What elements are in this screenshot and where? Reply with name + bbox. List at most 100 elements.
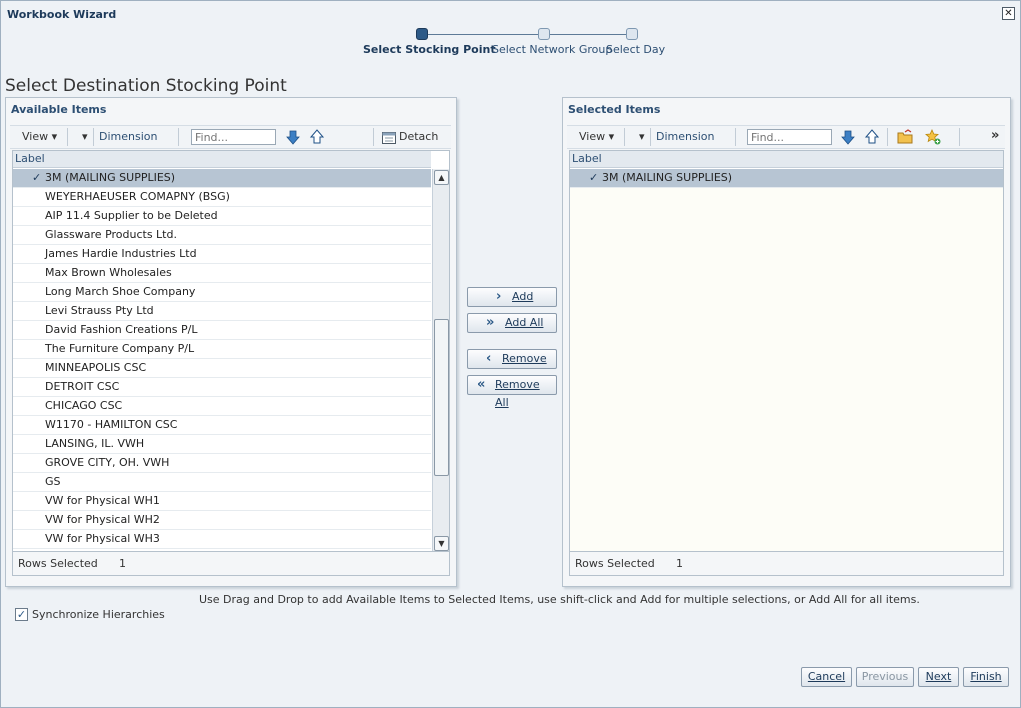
checkmark-icon: ✓ — [589, 171, 599, 184]
dimension-selector[interactable]: Dimension — [656, 130, 714, 143]
row-label: WEYERHAEUSER COMAPNY (BSG) — [45, 190, 230, 203]
table-row[interactable]: W1170 - HAMILTON CSC — [13, 416, 431, 435]
page-heading: Select Destination Stocking Point — [5, 76, 287, 96]
row-label: AIP 11.4 Supplier to be Deleted — [45, 209, 218, 222]
table-row[interactable]: ✓ 3M (MAILING SUPPLIES) — [570, 169, 1003, 188]
row-label: CHICAGO CSC — [45, 399, 123, 412]
dimension-dropdown-icon[interactable]: ▾ — [639, 130, 645, 143]
close-icon[interactable]: ✕ — [1002, 7, 1015, 20]
train-label-day[interactable]: Select Day — [606, 43, 665, 56]
drag-drop-hint: Use Drag and Drop to add Available Items… — [199, 593, 920, 606]
scroll-down-icon[interactable]: ▼ — [434, 536, 449, 551]
find-input[interactable] — [191, 129, 276, 145]
double-chevron-right-icon: » — [486, 315, 495, 330]
chevron-right-icon: › — [496, 289, 502, 304]
cancel-button[interactable]: Cancel — [801, 667, 852, 687]
synchronize-label: Synchronize Hierarchies — [32, 608, 165, 621]
toolbar-divider — [735, 128, 736, 146]
star-add-icon[interactable] — [925, 129, 941, 145]
finish-button[interactable]: Finish — [963, 667, 1009, 687]
row-label: VW for Physical WH3 — [45, 532, 160, 545]
find-previous-icon[interactable] — [864, 129, 880, 145]
table-row[interactable]: GS — [13, 473, 431, 492]
workbook-wizard-dialog: Workbook Wizard ✕ Select Stocking Point … — [0, 0, 1021, 708]
selected-toolbar: View ▾ ▾ Dimension » — [567, 125, 1005, 149]
train-label-network-group[interactable]: Select Network Group — [492, 43, 612, 56]
column-header-label[interactable]: Label — [570, 151, 1003, 168]
table-row[interactable]: Levi Strauss Pty Ltd — [13, 302, 431, 321]
overflow-chevron-icon[interactable]: » — [991, 128, 999, 143]
table-row[interactable]: ✓ 3M (MAILING SUPPLIES) — [13, 169, 431, 188]
row-label: W1170 - HAMILTON CSC — [45, 418, 178, 431]
rows-selected-count: 1 — [119, 557, 126, 570]
row-label: Levi Strauss Pty Ltd — [45, 304, 154, 317]
available-items-title: Available Items — [11, 103, 107, 116]
view-menu[interactable]: View ▾ — [579, 130, 614, 143]
table-row[interactable]: MINNEAPOLIS CSC — [13, 359, 431, 378]
column-header-label[interactable]: Label — [13, 151, 431, 168]
row-label: MINNEAPOLIS CSC — [45, 361, 147, 374]
detach-icon[interactable] — [381, 129, 397, 145]
table-row[interactable]: CHICAGO CSC — [13, 397, 431, 416]
toolbar-divider — [624, 128, 625, 146]
find-next-icon[interactable] — [285, 129, 301, 145]
row-label: GS — [45, 475, 61, 488]
table-row[interactable]: Long March Shoe Company — [13, 283, 431, 302]
dimension-selector[interactable]: Dimension — [99, 130, 157, 143]
train-stop-stocking-point[interactable] — [416, 28, 428, 40]
rows-selected-label: Rows Selected — [18, 557, 98, 570]
toolbar-divider — [650, 128, 651, 146]
dimension-dropdown-icon[interactable]: ▾ — [82, 130, 88, 143]
remove-all-button[interactable]: « Remove All — [467, 375, 557, 409]
toolbar-divider — [93, 128, 94, 146]
row-label: Glassware Products Ltd. — [45, 228, 177, 241]
toolbar-divider — [373, 128, 374, 146]
row-label: James Hardie Industries Ltd — [45, 247, 197, 260]
scroll-up-icon[interactable]: ▲ — [434, 170, 449, 185]
table-row[interactable]: VW for Physical WH1 — [13, 492, 431, 511]
table-row[interactable]: David Fashion Creations P/L — [13, 321, 431, 340]
synchronize-checkbox[interactable]: ✓ — [15, 608, 28, 621]
previous-button[interactable]: Previous — [856, 667, 914, 687]
double-chevron-left-icon: « — [477, 377, 486, 392]
table-row[interactable]: Max Brown Wholesales — [13, 264, 431, 283]
train-stop-day[interactable] — [626, 28, 638, 40]
detach-button[interactable]: Detach — [399, 130, 438, 143]
table-row[interactable]: Glassware Products Ltd. — [13, 226, 431, 245]
row-label: Max Brown Wholesales — [45, 266, 172, 279]
next-button[interactable]: Next — [918, 667, 959, 687]
row-label: Long March Shoe Company — [45, 285, 196, 298]
table-row[interactable]: LANSING, IL. VWH — [13, 435, 431, 454]
add-button[interactable]: › Add — [467, 287, 557, 307]
window-title: Workbook Wizard — [7, 8, 117, 21]
row-label: 3M (MAILING SUPPLIES) — [602, 171, 733, 184]
table-row[interactable]: AIP 11.4 Supplier to be Deleted — [13, 207, 431, 226]
view-menu[interactable]: View ▾ — [22, 130, 57, 143]
chevron-down-icon: ▾ — [608, 130, 615, 143]
remove-button[interactable]: ‹ Remove — [467, 349, 557, 369]
row-label: 3M (MAILING SUPPLIES) — [45, 171, 176, 184]
train-label-stocking-point[interactable]: Select Stocking Point — [363, 43, 496, 56]
add-all-button[interactable]: » Add All — [467, 313, 557, 333]
table-row[interactable]: The Furniture Company P/L — [13, 340, 431, 359]
table-row[interactable]: GROVE CITY, OH. VWH — [13, 454, 431, 473]
table-row[interactable]: VW for Physical WH2 — [13, 511, 431, 530]
folder-open-icon[interactable] — [897, 129, 913, 145]
available-items-table: Label ✓ 3M (MAILING SUPPLIES) WEYERHAEUSER… — [12, 150, 450, 552]
empty-table-area — [570, 188, 1003, 551]
wizard-train: Select Stocking Point Select Network Gro… — [361, 28, 665, 60]
train-stop-network-group[interactable] — [538, 28, 550, 40]
train-connector — [428, 34, 539, 35]
scrollbar-thumb[interactable] — [434, 319, 449, 476]
table-row[interactable]: James Hardie Industries Ltd — [13, 245, 431, 264]
find-input[interactable] — [747, 129, 832, 145]
find-previous-icon[interactable] — [309, 129, 325, 145]
find-next-icon[interactable] — [840, 129, 856, 145]
available-scrollbar[interactable]: ▲ ▼ — [432, 169, 449, 551]
checkmark-icon: ✓ — [32, 171, 42, 184]
table-row[interactable]: VW for Physical WH3 — [13, 530, 431, 549]
table-row[interactable]: WEYERHAEUSER COMAPNY (BSG) — [13, 188, 431, 207]
toolbar-divider — [67, 128, 68, 146]
available-items-panel: Available Items View ▾ ▾ Dimension Detac… — [5, 97, 457, 587]
table-row[interactable]: DETROIT CSC — [13, 378, 431, 397]
